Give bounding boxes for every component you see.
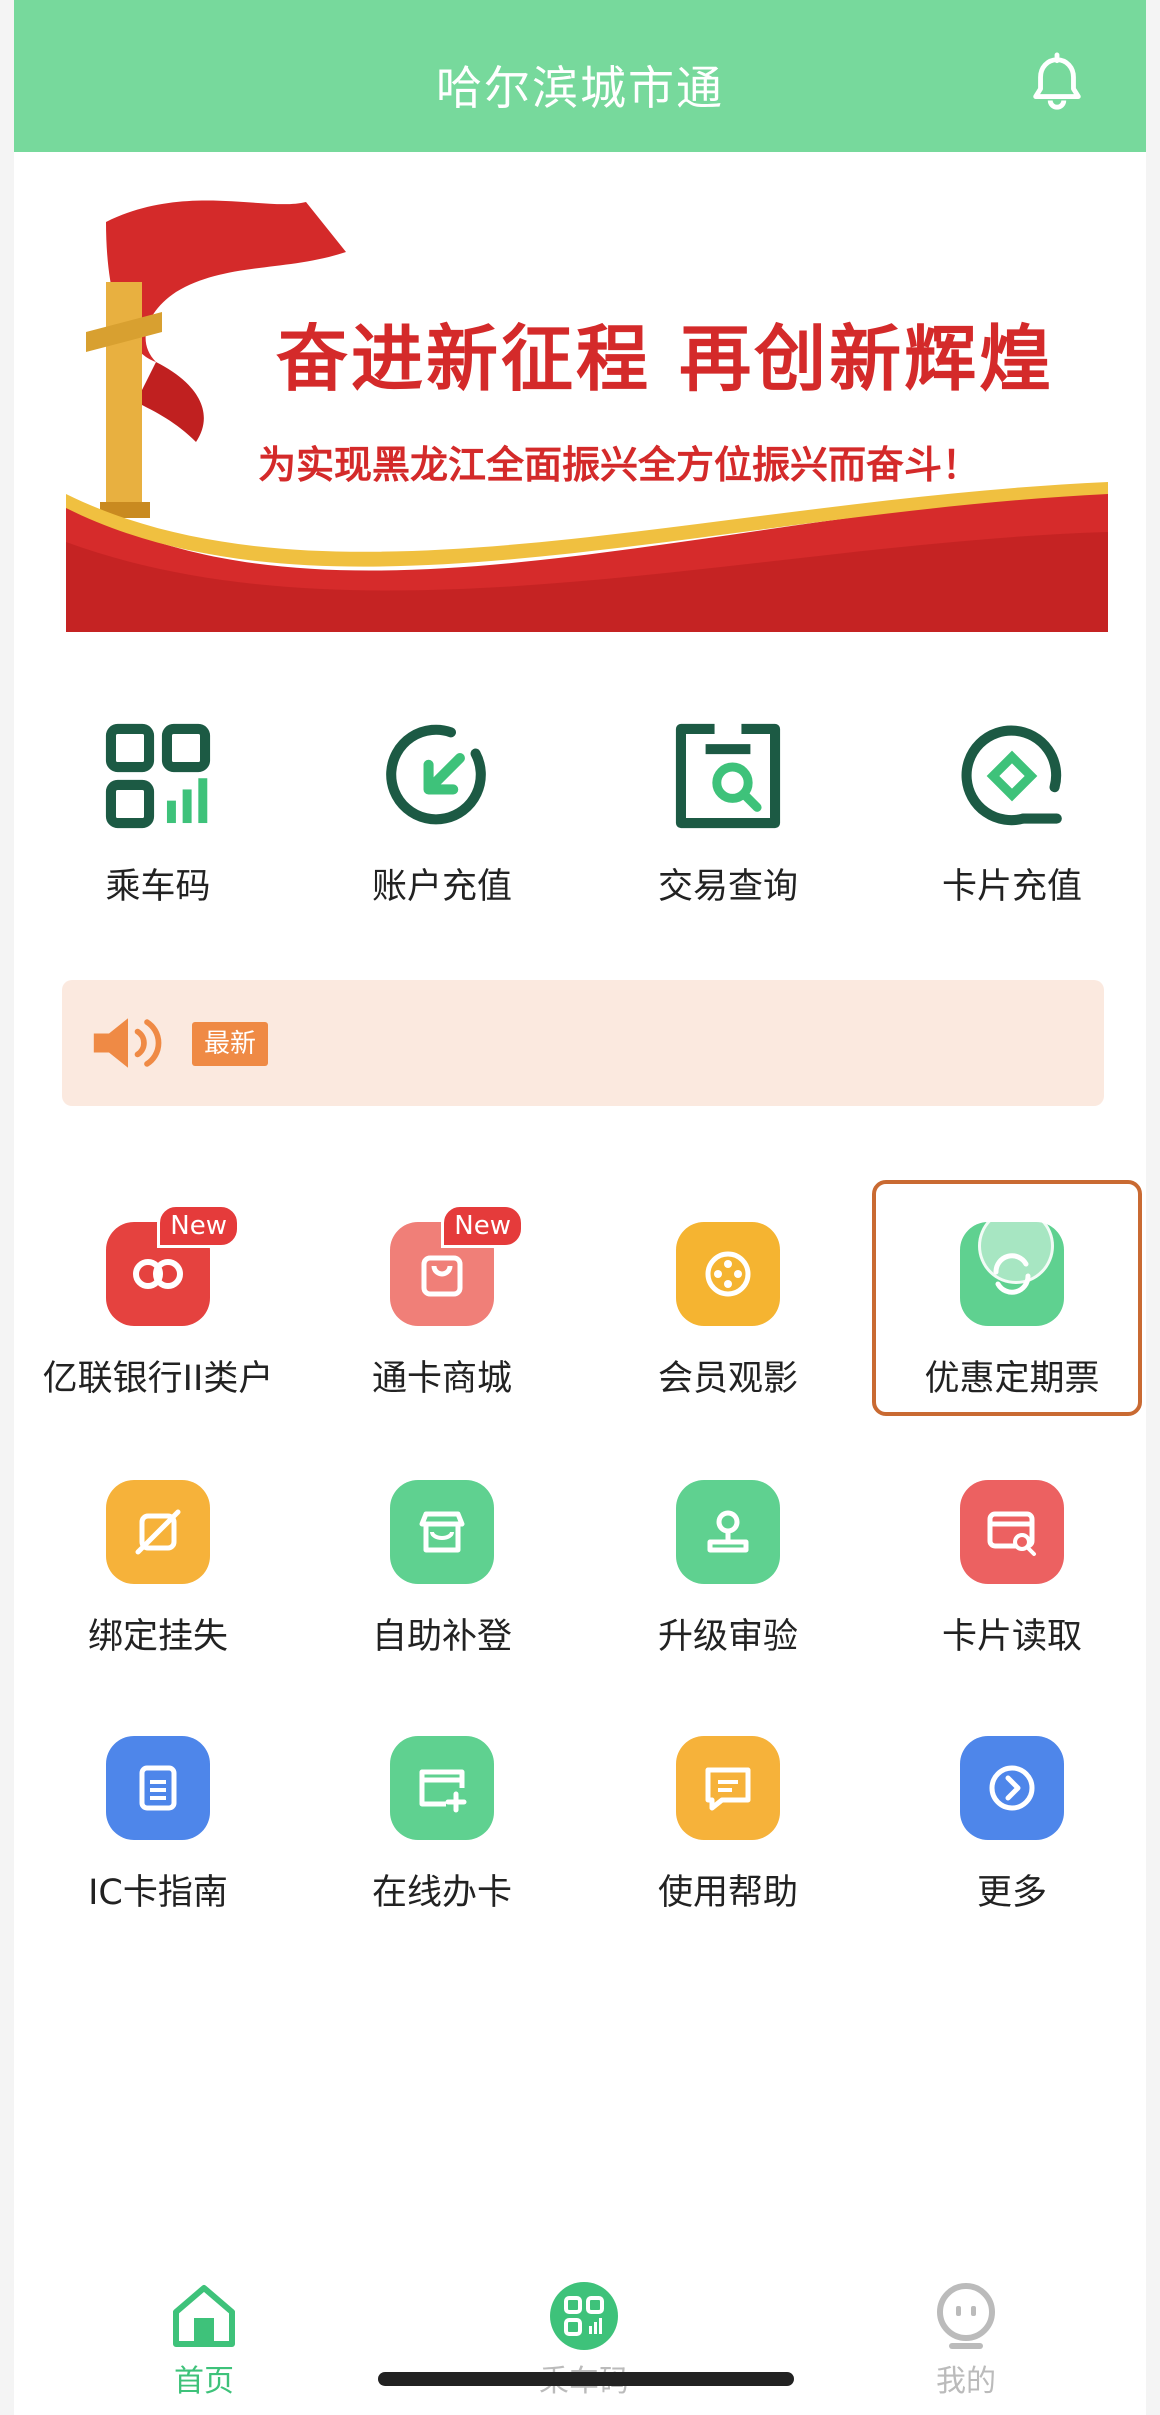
quick-item-ride-code[interactable]: 乘车码 <box>38 720 278 909</box>
svc-icon-bg <box>106 1480 210 1584</box>
quick-item-account-recharge[interactable]: 账户充值 <box>322 720 562 909</box>
tab-home[interactable]: 首页 <box>104 2280 304 2400</box>
svc-icon-bg: New <box>390 1204 524 1326</box>
chevron-right-icon <box>989 1765 1035 1811</box>
tab-mine[interactable]: 我的 <box>866 2280 1066 2400</box>
new-badge: New <box>157 1204 240 1248</box>
service-label: IC卡指南 <box>88 1873 228 1913</box>
quick-label: 卡片充值 <box>941 867 1082 907</box>
link-icon <box>133 1259 183 1289</box>
store-icon <box>419 1511 465 1553</box>
recharge-icon <box>386 724 486 825</box>
right-frame <box>1146 0 1160 2415</box>
card-recharge-icon <box>961 725 1062 826</box>
service-label: 在线办卡 <box>371 1873 512 1913</box>
service-label: 会员观影 <box>657 1359 798 1399</box>
qr-code-icon <box>105 723 211 829</box>
service-bind-report-loss[interactable]: 绑定挂失 <box>16 1480 300 1659</box>
service-label: 更多 <box>976 1873 1047 1913</box>
notice-badge: 最新 <box>192 1022 269 1066</box>
svc-icon-bg <box>676 1480 780 1584</box>
svc-icon-bg <box>390 1736 494 1840</box>
service-yilian-bank[interactable]: New 亿联银行II类户 <box>16 1204 300 1401</box>
svc-icon-bg <box>676 1222 780 1326</box>
new-badge: New <box>441 1204 524 1248</box>
svc-icon-bg: New <box>106 1204 240 1326</box>
unlink-icon <box>135 1509 181 1555</box>
bottom-tab-bar: 首页 乘车码 我的 <box>14 2250 1146 2415</box>
service-ic-guide[interactable]: IC卡指南 <box>16 1736 300 1915</box>
notice-bar[interactable]: 最新 <box>62 980 1104 1106</box>
service-member-movie[interactable]: 会员观影 <box>586 1222 870 1401</box>
chat-bubble-icon <box>705 1767 751 1811</box>
touch-indicator <box>978 1208 1054 1284</box>
quick-item-card-recharge[interactable]: 卡片充值 <box>892 720 1132 909</box>
stamp-icon <box>707 1510 749 1553</box>
user-face-icon <box>937 2283 995 2349</box>
transaction-search-icon <box>675 723 781 829</box>
svc-icon-bg <box>960 1480 1064 1584</box>
home-indicator[interactable] <box>378 2372 794 2386</box>
speaker-icon <box>93 1018 162 1068</box>
svc-icon-bg <box>106 1736 210 1840</box>
qr-code-icon <box>550 2282 618 2350</box>
quick-item-transaction-query[interactable]: 交易查询 <box>608 720 848 909</box>
service-label: 使用帮助 <box>657 1873 798 1913</box>
service-upgrade-audit[interactable]: 升级审验 <box>586 1480 870 1659</box>
document-icon <box>139 1765 177 1811</box>
film-reel-icon <box>705 1251 751 1297</box>
service-label: 卡片读取 <box>941 1617 1082 1657</box>
bell-icon[interactable] <box>1026 52 1088 114</box>
service-card-read[interactable]: 卡片读取 <box>870 1480 1154 1659</box>
svc-icon-bg <box>960 1736 1064 1840</box>
service-card-mall[interactable]: New 通卡商城 <box>300 1204 584 1401</box>
promo-banner[interactable]: 奋进新征程 再创新辉煌 为实现黑龙江全面振兴全方位振兴而奋斗！ <box>66 182 1108 632</box>
service-self-register[interactable]: 自助补登 <box>300 1480 584 1659</box>
banner-artwork <box>66 200 1108 632</box>
shopping-bag-icon <box>421 1255 463 1297</box>
page-title: 哈尔滨城市通 <box>436 61 724 115</box>
service-label: 通卡商城 <box>371 1359 512 1399</box>
quick-label: 乘车码 <box>105 867 211 907</box>
svc-icon-bg <box>676 1736 780 1840</box>
service-online-card[interactable]: 在线办卡 <box>300 1736 584 1915</box>
app-header: 哈尔滨城市通 <box>14 0 1146 152</box>
card-search-icon <box>987 1511 1036 1556</box>
service-label: 升级审验 <box>657 1617 798 1657</box>
svc-icon-bg <box>390 1480 494 1584</box>
quick-label: 账户充值 <box>371 867 512 907</box>
service-help[interactable]: 使用帮助 <box>586 1736 870 1915</box>
service-label: 自助补登 <box>371 1617 512 1657</box>
add-card-icon <box>419 1769 467 1813</box>
tab-label: 我的 <box>936 2364 996 2399</box>
left-frame <box>0 0 14 2415</box>
service-label: 绑定挂失 <box>87 1617 228 1657</box>
service-label: 亿联银行II类户 <box>42 1359 274 1399</box>
service-more[interactable]: 更多 <box>870 1736 1154 1915</box>
home-icon <box>173 2285 235 2347</box>
banner-title: 奋进新征程 再创新辉煌 <box>276 316 1055 401</box>
tab-label: 首页 <box>174 2364 234 2399</box>
quick-label: 交易查询 <box>657 867 798 907</box>
banner-subtitle: 为实现黑龙江全面振兴全方位振兴而奋斗！ <box>258 442 981 487</box>
